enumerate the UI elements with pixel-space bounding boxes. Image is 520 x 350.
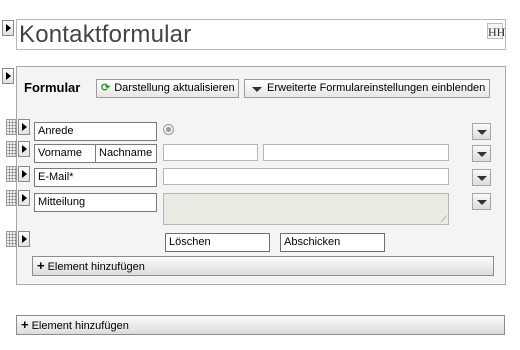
row-expand-arrow-icon[interactable] (18, 141, 30, 157)
page-add-element-button[interactable]: + Element hinzufügen (16, 315, 505, 335)
vorname-label-field[interactable]: Vorname (34, 144, 96, 163)
resize-handle-icon[interactable]: ⟋ (441, 215, 447, 224)
page-title: Kontaktformular (19, 21, 192, 48)
drag-grip-icon[interactable] (6, 166, 17, 182)
row-expand-arrow-icon[interactable] (18, 190, 30, 206)
submit-button[interactable]: Abschicken (280, 233, 385, 252)
title-expand-arrow-icon[interactable] (2, 20, 14, 36)
nachname-label-field[interactable]: Nachname (95, 144, 157, 163)
form-add-element-button[interactable]: + Element hinzufügen (32, 256, 494, 276)
page-add-element-label: Element hinzufügen (31, 320, 129, 332)
heading-icon[interactable]: HH (487, 23, 505, 39)
email-label-field[interactable]: E-Mail* (34, 168, 157, 187)
email-input[interactable] (163, 168, 449, 185)
anrede-label-field[interactable]: Anrede (34, 122, 157, 141)
drag-grip-icon[interactable] (6, 141, 17, 157)
refresh-icon: ⟳ (101, 82, 111, 94)
mitteilung-label-field[interactable]: Mitteilung (34, 193, 157, 212)
drag-grip-icon[interactable] (6, 231, 17, 247)
title-box[interactable]: Kontaktformular HH (16, 19, 506, 50)
refresh-button-label: Darstellung aktualisieren (114, 82, 235, 94)
plus-icon: + (37, 258, 45, 273)
row-menu-chevron-down-icon[interactable] (472, 145, 491, 162)
form-label: Formular (24, 80, 81, 95)
row-expand-arrow-icon[interactable] (18, 166, 30, 182)
refresh-button[interactable]: ⟳ Darstellung aktualisieren (96, 79, 239, 98)
chevron-down-icon (252, 87, 262, 92)
form-add-element-label: Element hinzufügen (47, 261, 145, 273)
form-expand-arrow-icon[interactable] (2, 68, 14, 84)
row-menu-chevron-down-icon[interactable] (472, 169, 491, 186)
drag-grip-icon[interactable] (6, 190, 17, 206)
advanced-settings-label: Erweiterte Formulareinstellungen einblen… (267, 82, 486, 94)
reset-button[interactable]: Löschen (165, 233, 270, 252)
row-menu-chevron-down-icon[interactable] (472, 123, 491, 140)
mitteilung-textarea[interactable]: ⟋ (163, 193, 449, 225)
radio-icon[interactable] (163, 124, 174, 135)
row-expand-arrow-icon[interactable] (18, 231, 30, 247)
nachname-input[interactable] (263, 144, 449, 161)
plus-icon: + (21, 317, 29, 332)
row-menu-chevron-down-icon[interactable] (472, 193, 491, 210)
vorname-input[interactable] (163, 144, 258, 161)
advanced-settings-button[interactable]: Erweiterte Formulareinstellungen einblen… (244, 79, 490, 98)
drag-grip-icon[interactable] (6, 119, 17, 135)
row-expand-arrow-icon[interactable] (18, 119, 30, 135)
